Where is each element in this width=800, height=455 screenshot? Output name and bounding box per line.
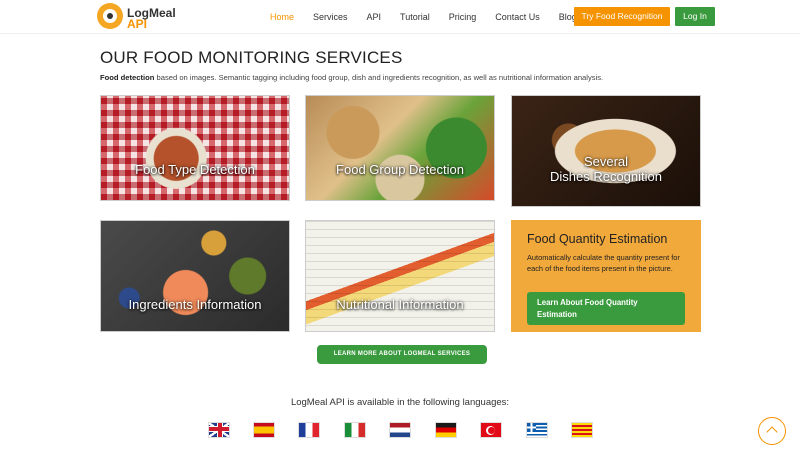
learn-more-services-button[interactable]: LEARN MORE ABOUT LOGMEAL SERVICES — [317, 345, 487, 364]
nav-services[interactable]: Services — [313, 12, 348, 22]
flag-spain-icon[interactable] — [253, 422, 275, 438]
try-food-recognition-button[interactable]: Try Food Recognition — [574, 7, 670, 26]
chevron-up-icon — [766, 426, 778, 438]
subtitle-bold: Food detection — [100, 73, 155, 82]
card-label-line1: Several — [583, 154, 629, 169]
flag-turkey-icon[interactable] — [480, 422, 502, 438]
page-title: OUR FOOD MONITORING SERVICES — [100, 48, 403, 67]
flag-greece-icon[interactable] — [526, 422, 548, 438]
card-ingredients-information[interactable]: Ingredients Information — [100, 220, 290, 332]
nav-home[interactable]: Home — [270, 12, 294, 22]
card-several-dishes-recognition[interactable]: Several Dishes Recognition — [511, 95, 701, 207]
card-label: Ingredients Information — [128, 297, 262, 312]
card-label: Several Dishes Recognition — [512, 154, 700, 184]
nav-api[interactable]: API — [367, 12, 382, 22]
languages-title: LogMeal API is available in the followin… — [290, 397, 510, 408]
card-food-type-detection[interactable]: Food Type Detection — [100, 95, 290, 201]
card-food-quantity-estimation: Food Quantity Estimation Automatically c… — [511, 220, 701, 332]
flag-uk-icon[interactable] — [208, 422, 230, 438]
login-button[interactable]: Log In — [675, 7, 715, 26]
card-label: Nutritional Information — [336, 297, 464, 312]
logmeal-logo[interactable]: LogMeal API — [97, 3, 177, 31]
nav-tutorial[interactable]: Tutorial — [400, 12, 430, 22]
logo-text-api: API — [127, 17, 148, 31]
card-food-group-detection[interactable]: Food Group Detection — [305, 95, 495, 201]
nav-contact-us[interactable]: Contact Us — [495, 12, 540, 22]
card-label-line2: Dishes Recognition — [549, 169, 662, 184]
main-nav: Home Services API Tutorial Pricing Conta… — [270, 0, 596, 34]
logo-icon — [97, 3, 123, 29]
subtitle-text: based on images. Semantic tagging includ… — [154, 73, 604, 82]
learn-quantity-button[interactable]: Learn About Food Quantity Estimation — [527, 292, 685, 325]
flag-france-icon[interactable] — [298, 422, 320, 438]
flag-italy-icon[interactable] — [344, 422, 366, 438]
flag-catalonia-icon[interactable] — [571, 422, 593, 438]
card-nutritional-information[interactable]: Nutritional Information — [305, 220, 495, 332]
nav-pricing[interactable]: Pricing — [449, 12, 477, 22]
page-subtitle: Food detection based on images. Semantic… — [100, 73, 603, 82]
card-label: Food Group Detection — [336, 162, 464, 177]
scroll-top-button[interactable] — [758, 417, 786, 445]
quantity-card-title: Food Quantity Estimation — [527, 232, 668, 246]
flag-germany-icon[interactable] — [435, 422, 457, 438]
flag-netherlands-icon[interactable] — [389, 422, 411, 438]
card-label: Food Type Detection — [135, 162, 255, 177]
site-header: LogMeal API Home Services API Tutorial P… — [0, 0, 800, 34]
quantity-card-text: Automatically calculate the quantity pre… — [527, 253, 680, 273]
